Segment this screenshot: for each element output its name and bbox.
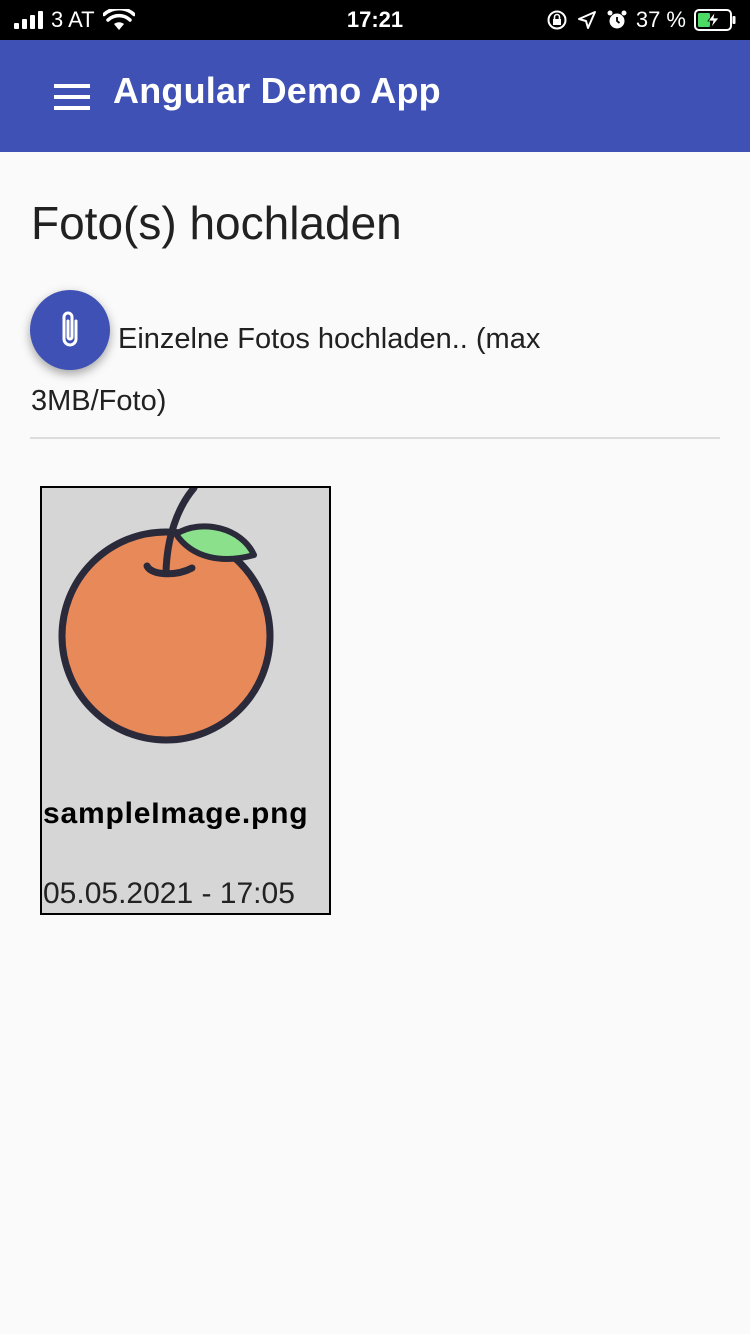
- battery-percent: 37 %: [635, 7, 686, 32]
- paperclip-icon: [62, 311, 78, 347]
- photo-filename: sampleImage.png: [43, 797, 309, 830]
- divider: [30, 437, 720, 439]
- status-bar: 3 AT 17:21 37 %: [0, 0, 750, 40]
- orange-fruit-image: [58, 488, 274, 744]
- page-title: Foto(s) hochladen: [31, 197, 402, 249]
- upload-label: Einzelne Fotos hochladen.. (max 3MB/Foto…: [31, 323, 541, 417]
- photo-date: 05.05.2021 - 17:05: [43, 877, 295, 910]
- battery-charging-icon: [694, 9, 736, 31]
- photo-card[interactable]: [40, 486, 331, 915]
- upload-photo-button[interactable]: [30, 290, 110, 370]
- hamburger-menu-icon[interactable]: [54, 84, 90, 110]
- app-title: Angular Demo App: [113, 70, 441, 111]
- rotation-lock-icon: [547, 10, 567, 30]
- alarm-icon: [607, 10, 627, 29]
- app-bar: Angular Demo App: [0, 40, 750, 152]
- location-arrow-icon: [577, 11, 596, 29]
